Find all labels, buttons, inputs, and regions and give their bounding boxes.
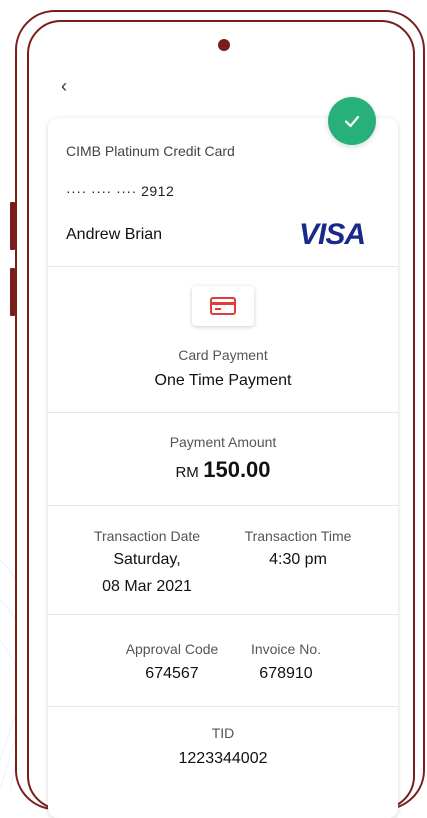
transaction-time: Transaction Time 4:30 pm [228,528,368,569]
card-holder-name: Andrew Brian [66,226,163,243]
divider [48,505,398,506]
transaction-date-day: Saturday, [113,551,181,568]
transaction-date: Transaction Date Saturday, 08 Mar 2021 [82,528,212,596]
payment-amount-label: Payment Amount [169,434,277,450]
tid-value: 1223344002 [178,750,268,767]
invoice-number-value: 678910 [259,665,313,682]
divider [48,266,398,267]
approval-code: Approval Code 674567 [112,641,232,683]
success-badge [328,97,376,145]
camera-dot [218,39,230,51]
transaction-date-value: 08 Mar 2021 [102,578,192,595]
transaction-date-label: Transaction Date [93,528,201,544]
transaction-time-label: Transaction Time [244,528,352,544]
payment-type-value: One Time Payment [154,372,292,389]
approval-code-label: Approval Code [125,641,219,657]
approval-code-value: 674567 [145,665,199,682]
card-number: ···· ···· ···· 2912 [66,183,175,199]
amount-value: 150.00 [203,457,271,482]
card-payment-icon-box [192,286,254,326]
divider [48,412,398,413]
transaction-time-value: 4:30 pm [269,551,327,568]
payment-amount: RM 150.00 [48,457,398,483]
divider [48,614,398,615]
visa-logo: VISA [299,218,366,251]
check-icon [344,115,360,128]
credit-card-icon [210,297,236,315]
card-product-name: CIMB Platinum Credit Card [66,143,235,159]
back-button[interactable]: ‹ [55,77,73,95]
chevron-left-icon: ‹ [61,76,67,96]
currency-label: RM [175,464,199,481]
payment-type-label: Card Payment [178,347,268,363]
divider [48,706,398,707]
tid-label: TID [211,725,235,741]
invoice-number: Invoice No. 678910 [236,641,336,683]
invoice-number-label: Invoice No. [250,641,322,657]
